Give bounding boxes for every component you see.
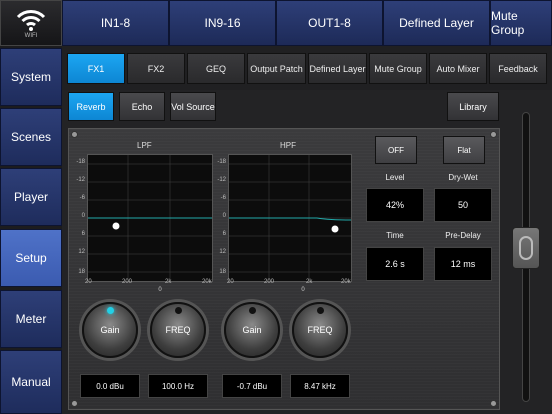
lpf-handle[interactable] (112, 222, 120, 230)
hpf-curve (229, 155, 351, 281)
subtab-feedback[interactable]: Feedback (489, 53, 547, 84)
lpf-freq-value[interactable]: 100.0 Hz (148, 374, 208, 398)
subtab-auto-mixer[interactable]: Auto Mixer (429, 53, 487, 84)
lpf-freq-label: FREQ (165, 325, 191, 335)
fx-type-reverb[interactable]: Reverb (68, 92, 114, 121)
wifi-icon (16, 9, 46, 31)
time-label: Time (386, 231, 404, 240)
tab-in9-16[interactable]: IN9-16 (169, 0, 276, 46)
lpf-ytick: -12 (76, 177, 85, 183)
lpf-gain-value[interactable]: 0.0 dBu (80, 374, 140, 398)
hpf-freq-knob[interactable]: FREQ (292, 302, 348, 358)
library-button[interactable]: Library (447, 92, 499, 121)
screw-icon (71, 400, 78, 407)
hpf-ytick: 18 (219, 269, 226, 275)
hpf-ytick: -6 (220, 195, 226, 201)
lpf-ytick: -6 (79, 195, 85, 201)
hpf-xtick: 2k (306, 279, 313, 285)
lpf-xtick: 20k (202, 279, 212, 285)
knob-indicator-icon (316, 307, 324, 314)
hpf-ytick: 0 (222, 213, 226, 219)
subtab-output-patch[interactable]: Output Patch (247, 53, 306, 84)
nav-meter[interactable]: Meter (0, 290, 62, 348)
level-label: Level (385, 173, 405, 182)
nav-manual[interactable]: Manual (0, 350, 62, 414)
hpf-ytick: -12 (217, 177, 226, 183)
lpf-ytick: 12 (78, 249, 85, 255)
lpf-zero-label: 0 (158, 287, 162, 293)
nav-system[interactable]: System (0, 48, 62, 106)
lpf-ytick: -18 (76, 159, 85, 165)
lpf-graph[interactable] (87, 154, 213, 282)
fx-type-echo[interactable]: Echo (119, 92, 165, 121)
hpf-gain-knob[interactable]: Gain (224, 302, 280, 358)
subtab-fx1[interactable]: FX1 (67, 53, 125, 84)
subtab-fx2[interactable]: FX2 (127, 53, 185, 84)
pre-delay-label: Pre-Delay (445, 231, 481, 240)
lpf-curve (88, 155, 212, 281)
lpf-ytick: 0 (81, 213, 85, 219)
wifi-status: WIFI (0, 0, 62, 46)
level-value[interactable]: 42% (366, 188, 424, 222)
hpf-graph[interactable] (228, 154, 352, 282)
lpf-xtick: 20 (85, 279, 92, 285)
hpf-zero-label: 0 (301, 287, 305, 293)
pre-delay-value[interactable]: 12 ms (434, 247, 492, 281)
subtab-geq[interactable]: GEQ (187, 53, 245, 84)
knob-indicator-icon (106, 307, 114, 314)
hpf-ytick: -18 (217, 159, 226, 165)
fader-handle[interactable] (512, 227, 540, 269)
hpf-ytick: 12 (219, 249, 226, 255)
lpf-xtick: 200 (122, 279, 133, 285)
tab-mute-group[interactable]: Mute Group (490, 0, 552, 46)
nav-scenes[interactable]: Scenes (0, 108, 62, 166)
lpf-xtick: 2k (165, 279, 172, 285)
tab-out1-8[interactable]: OUT1-8 (276, 0, 383, 46)
dry-wet-label: Dry-Wet (448, 173, 478, 182)
lpf-gain-label: Gain (100, 325, 120, 335)
dry-wet-value[interactable]: 50 (434, 188, 492, 222)
screw-icon (71, 131, 78, 138)
hpf-freq-value[interactable]: 8.47 kHz (290, 374, 350, 398)
lpf-ytick: 6 (81, 231, 85, 237)
time-value[interactable]: 2.6 s (366, 247, 424, 281)
hpf-gain-label: Gain (242, 325, 262, 335)
flat-button[interactable]: Flat (443, 136, 485, 164)
hpf-freq-label: FREQ (307, 325, 333, 335)
tab-in1-8[interactable]: IN1-8 (62, 0, 169, 46)
hpf-gain-value[interactable]: -0.7 dBu (222, 374, 282, 398)
lpf-title: LPF (137, 141, 152, 150)
hpf-ytick: 6 (222, 231, 226, 237)
lpf-freq-knob[interactable]: FREQ (150, 302, 206, 358)
lpf-ytick: 18 (78, 269, 85, 275)
nav-player[interactable]: Player (0, 168, 62, 226)
hpf-title: HPF (280, 141, 296, 150)
wifi-label: WIFI (24, 32, 38, 39)
subtab-defined-layer[interactable]: Defined Layer (308, 53, 367, 84)
knob-indicator-icon (174, 307, 182, 314)
tab-defined-layer[interactable]: Defined Layer (383, 0, 490, 46)
hpf-xtick: 20k (341, 279, 351, 285)
fx-type-vol-source[interactable]: Vol Source (170, 92, 216, 121)
lpf-gain-knob[interactable]: Gain (82, 302, 138, 358)
screw-icon (490, 131, 497, 138)
nav-setup[interactable]: Setup (0, 229, 62, 287)
hpf-xtick: 200 (264, 279, 275, 285)
hpf-handle[interactable] (331, 225, 339, 233)
grip-icon (519, 236, 533, 260)
screw-icon (490, 400, 497, 407)
knob-indicator-icon (248, 307, 256, 314)
hpf-xtick: 20 (227, 279, 234, 285)
subtab-mute-group[interactable]: Mute Group (369, 53, 427, 84)
off-button[interactable]: OFF (375, 136, 417, 164)
